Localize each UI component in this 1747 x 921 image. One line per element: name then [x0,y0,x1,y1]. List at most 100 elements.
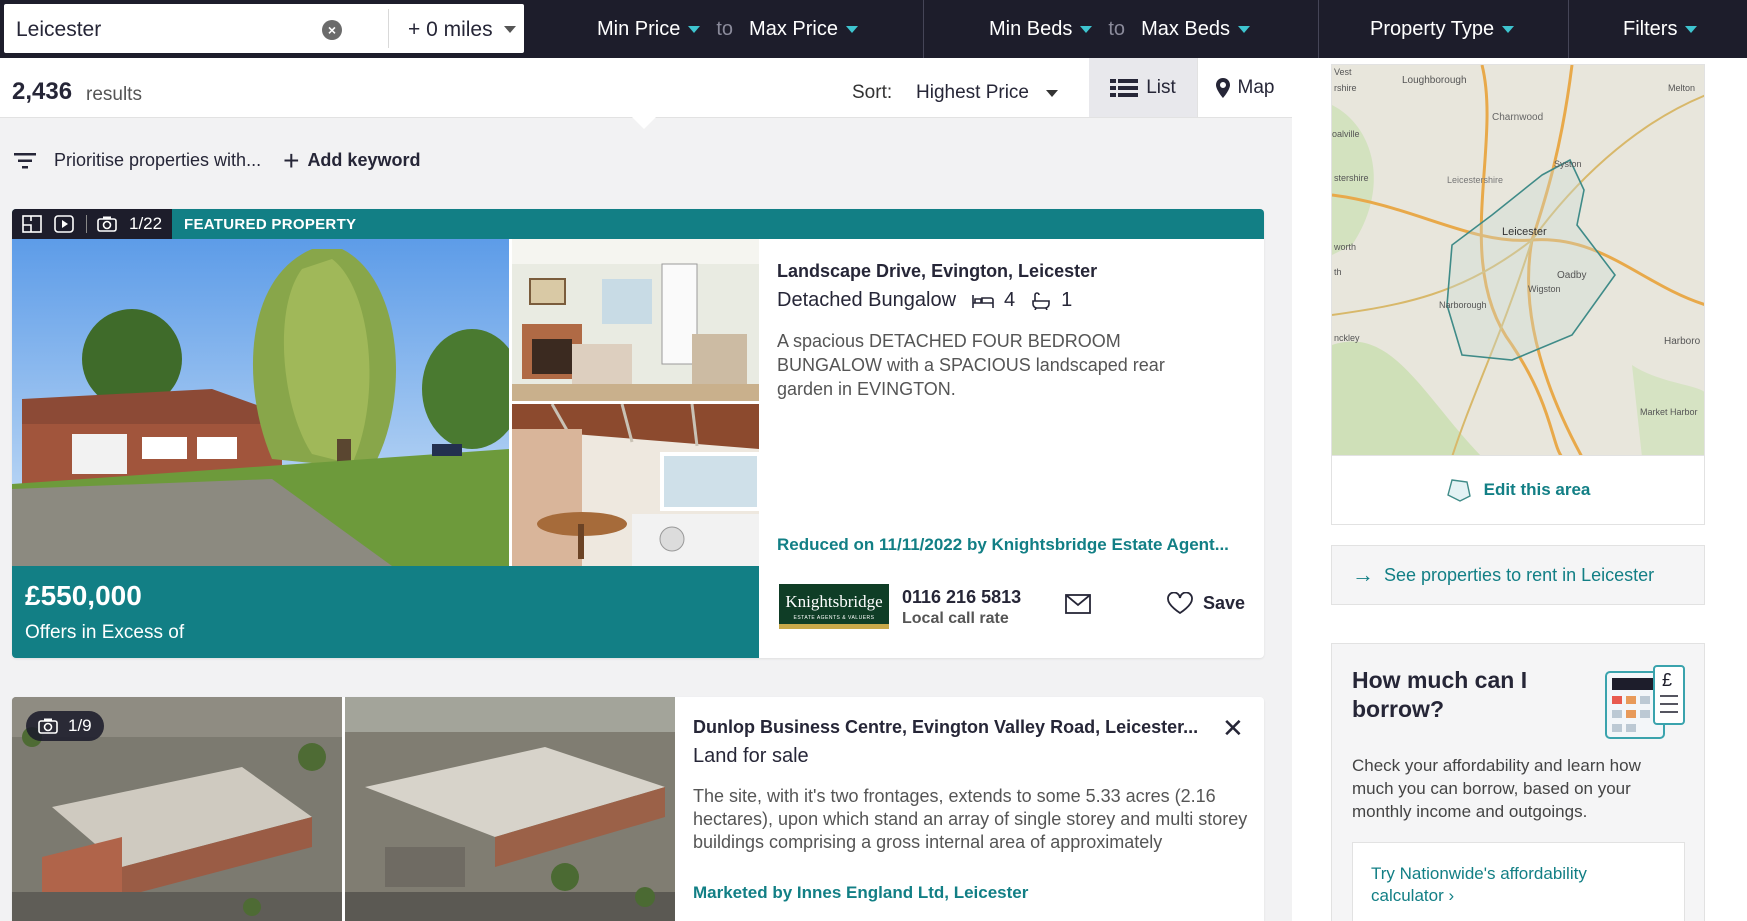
map-label-8: Leicestershire [1447,175,1503,185]
map-label-15: nckley [1334,333,1360,343]
property-card[interactable]: 1/22 FEATURED PROPERTY £550,000 Offers i… [12,209,1264,658]
price-panel[interactable]: £550,000 Offers in Excess of [12,566,759,658]
list-label: List [1146,76,1176,98]
divider [1568,0,1569,58]
chevron-down-icon [1238,25,1250,33]
chevron-down-icon [1685,25,1698,33]
close-icon[interactable]: ✕ [1222,713,1244,744]
edit-area-button[interactable]: Edit this area [1331,456,1705,525]
to-label: to [1108,17,1126,40]
min-price-label: Min Price [597,17,681,40]
agent-logo-subtext: ESTATE AGENTS & VALUERS [793,615,875,621]
rent-link-label: See properties to rent in Leicester [1384,564,1655,585]
map-label-1: rshire [1334,83,1357,93]
divider [923,0,924,58]
photo-count-badge[interactable]: 1/9 [26,711,104,741]
map-pin-icon [1215,77,1230,98]
price: £550,000 [25,580,142,611]
save-button[interactable]: Save [1167,592,1245,614]
reduced-notice: Reduced on 11/11/2022 by Knightsbridge E… [777,535,1229,554]
results-count: 2,436 [12,78,73,105]
photo-count: 1/9 [68,716,92,735]
map-label-4: Charnwood [1492,112,1543,123]
mail-icon[interactable] [1065,594,1091,614]
property-address[interactable]: Landscape Drive, Evington, Leicester [777,261,1097,282]
chevron-down-icon [1080,25,1093,33]
bath-icon [1032,291,1050,310]
max-price-label: Max Price [749,17,838,40]
marketed-by: Marketed by Innes England Ltd, Leicester [693,883,1029,902]
agent-phone[interactable]: 0116 216 5813 [902,587,1021,608]
featured-label: FEATURED PROPERTY [184,216,357,233]
add-keyword-button[interactable]: + Add keyword [283,144,421,176]
min-price-select[interactable]: Min Price [597,17,701,41]
map-label-5: Syston [1554,159,1582,169]
property-conservatory-photo[interactable] [512,404,759,566]
property-type-label: Property Type [1370,17,1495,40]
area-map[interactable]: Vest rshire Loughborough Melton Charnwoo… [1331,64,1705,456]
property-aerial-photo[interactable] [345,697,675,921]
chevron-down-icon[interactable] [504,26,516,33]
agent-logo-text: Knightsbridge [785,592,883,611]
search-box[interactable]: Leicester × + 0 miles [4,4,524,53]
chevron-down-icon [688,25,701,33]
clear-search-icon[interactable]: × [322,20,342,40]
phone-note: Local call rate [902,610,1009,627]
results-header: 2,436 results Sort: Highest Price List M… [0,58,1292,118]
property-summary: Detached Bungalow 4 1 [777,289,1072,312]
price-qualifier: Offers in Excess of [25,622,185,643]
filter-bar: Leicester × + 0 miles Min Price to Max P… [0,0,1747,58]
rent-link[interactable]: → See properties to rent in Leicester [1331,545,1705,605]
media-icons: 1/22 [12,209,173,239]
max-price-select[interactable]: Max Price [749,18,858,41]
map-label-0: Vest [1334,67,1352,77]
list-view-button[interactable]: List [1089,58,1197,117]
video-icon[interactable] [54,215,74,233]
chevron-down-icon[interactable] [1046,90,1058,97]
radius-select[interactable]: + 0 miles [408,18,493,42]
filter-lines-icon[interactable] [14,152,36,169]
add-keyword-label: Add keyword [307,150,421,170]
min-beds-select[interactable]: Min Beds [989,18,1093,41]
map-label-14: Narborough [1439,300,1487,310]
map-label-3: Melton [1668,83,1695,93]
filters-group: Filters [1623,0,1698,58]
arrow-right-icon: → [1352,562,1374,587]
sort-select[interactable]: Highest Price [916,82,1029,104]
map-label-6: oalville [1332,129,1360,139]
borrow-description: Check your affordability and learn how m… [1352,756,1641,821]
property-type: Land for sale [693,745,809,767]
max-beds-label: Max Beds [1141,17,1230,40]
heart-icon [1167,592,1193,614]
floorplan-icon[interactable] [22,215,42,233]
divider [388,9,389,48]
map-label: Map [1237,76,1275,98]
agent-logo[interactable]: Knightsbridge ESTATE AGENTS & VALUERS [779,584,889,629]
map-view-button[interactable]: Map [1197,58,1292,117]
prioritise-button[interactable]: Prioritise properties with... [54,150,261,171]
plus-icon: + [283,144,300,176]
property-main-photo[interactable] [12,239,509,566]
map-label-13: Wigston [1528,284,1561,294]
borrow-link-card[interactable]: Try Nationwide's affordability calculato… [1352,842,1685,921]
max-beds-select[interactable]: Max Beds [1141,18,1250,41]
edit-area-label: Edit this area [1483,480,1591,499]
price-filter-group: Min Price to Max Price [597,0,858,58]
map-label-2: Loughborough [1402,75,1467,86]
affordability-calculator-link[interactable]: Try Nationwide's affordability calculato… [1371,863,1651,907]
view-pointer [632,117,656,129]
property-interior-photo[interactable] [512,239,759,401]
filters-button[interactable]: Filters [1623,18,1698,41]
location-input[interactable]: Leicester [16,18,101,42]
property-type-select[interactable]: Property Type [1370,17,1515,41]
map-label-9: Leicester [1502,226,1547,238]
property-address[interactable]: Dunlop Business Centre, Evington Valley … [693,717,1198,738]
property-card[interactable]: 1/9 Dunlop Business Centre, Evington Val… [12,697,1264,921]
property-type: Detached Bungalow [777,289,957,311]
svg-text:£: £ [1662,670,1672,690]
divider [86,215,87,233]
save-label: Save [1203,592,1246,613]
property-description: A spacious DETACHED FOUR BEDROOM BUNGALO… [777,331,1165,399]
photo-count: 1/22 [129,214,163,233]
calculator-icon: £ [1605,665,1685,739]
